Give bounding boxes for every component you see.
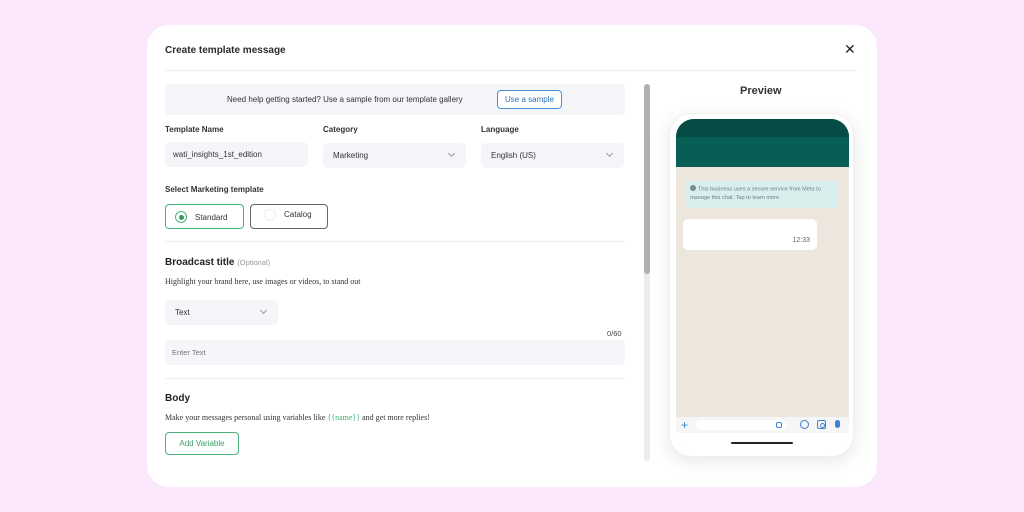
body-description-after: and get more replies! bbox=[360, 413, 430, 422]
payment-icon[interactable] bbox=[800, 420, 809, 429]
standard-option-label: Standard bbox=[195, 213, 228, 222]
category-value: Marketing bbox=[333, 151, 369, 160]
security-notice-text: This business uses a secure service from… bbox=[690, 186, 821, 201]
phone-preview: This business uses a secure service from… bbox=[669, 113, 854, 457]
scrollbar-thumb[interactable] bbox=[644, 84, 650, 274]
template-name-label: Template Name bbox=[165, 125, 224, 134]
broadcast-title-text: Broadcast title bbox=[165, 257, 235, 268]
close-icon[interactable]: ✕ bbox=[844, 42, 856, 56]
body-heading: Body bbox=[165, 393, 190, 404]
category-select[interactable]: Marketing bbox=[323, 143, 466, 168]
catalog-option[interactable]: Catalog bbox=[250, 204, 328, 229]
template-name-input[interactable]: wati_insights_1st_edition bbox=[165, 142, 308, 167]
help-banner: Need help getting started? Use a sample … bbox=[165, 84, 625, 115]
character-counter: 0/60 bbox=[607, 329, 622, 338]
use-sample-button[interactable]: Use a sample bbox=[497, 90, 562, 109]
message-bubble: 12:33 bbox=[683, 219, 817, 250]
radio-selected-icon bbox=[175, 211, 187, 223]
scrollbar-track[interactable] bbox=[644, 84, 650, 461]
optional-label: (Optional) bbox=[237, 258, 271, 267]
marketing-template-label: Select Marketing template bbox=[165, 185, 264, 194]
security-notice: This business uses a secure service from… bbox=[685, 181, 838, 208]
chat-area: This business uses a secure service from… bbox=[676, 167, 849, 417]
message-time: 12:33 bbox=[792, 237, 810, 244]
radio-unselected-icon bbox=[264, 209, 276, 221]
chevron-down-icon bbox=[259, 306, 268, 315]
phone-screen: This business uses a secure service from… bbox=[676, 119, 849, 453]
create-template-dialog: Create template message ✕ Need help gett… bbox=[147, 25, 877, 487]
camera-icon[interactable] bbox=[817, 420, 826, 429]
language-label: Language bbox=[481, 125, 519, 134]
chevron-down-icon bbox=[605, 149, 614, 158]
header-divider bbox=[165, 70, 857, 71]
language-select[interactable]: English (US) bbox=[481, 143, 624, 168]
home-indicator bbox=[731, 442, 793, 444]
catalog-option-label: Catalog bbox=[284, 210, 312, 219]
broadcast-type-select[interactable]: Text bbox=[165, 300, 278, 325]
info-icon bbox=[690, 185, 696, 191]
variable-example: {{name}} bbox=[327, 413, 361, 422]
broadcast-title-input[interactable] bbox=[165, 340, 625, 365]
chat-header bbox=[676, 119, 849, 167]
plus-icon[interactable]: + bbox=[681, 417, 688, 433]
standard-option[interactable]: Standard bbox=[165, 204, 244, 229]
category-label: Category bbox=[323, 125, 358, 134]
sticker-icon[interactable] bbox=[776, 422, 782, 428]
help-text: Need help getting started? Use a sample … bbox=[227, 95, 463, 104]
microphone-icon[interactable] bbox=[835, 420, 840, 428]
broadcast-title-description: Highlight your brand here, use images or… bbox=[165, 277, 361, 286]
add-variable-button[interactable]: Add Variable bbox=[165, 432, 239, 455]
dialog-title: Create template message bbox=[165, 45, 286, 56]
body-description: Make your messages personal using variab… bbox=[165, 413, 430, 422]
status-bar bbox=[676, 119, 849, 137]
message-input[interactable] bbox=[696, 420, 786, 430]
chat-input-bar: + bbox=[676, 417, 849, 433]
section-divider bbox=[165, 378, 625, 379]
chevron-down-icon bbox=[447, 149, 456, 158]
broadcast-type-value: Text bbox=[175, 308, 190, 317]
broadcast-title-heading: Broadcast title (Optional) bbox=[165, 257, 270, 268]
body-description-before: Make your messages personal using variab… bbox=[165, 413, 328, 422]
section-divider bbox=[165, 241, 625, 242]
preview-title: Preview bbox=[740, 85, 782, 97]
language-value: English (US) bbox=[491, 151, 536, 160]
